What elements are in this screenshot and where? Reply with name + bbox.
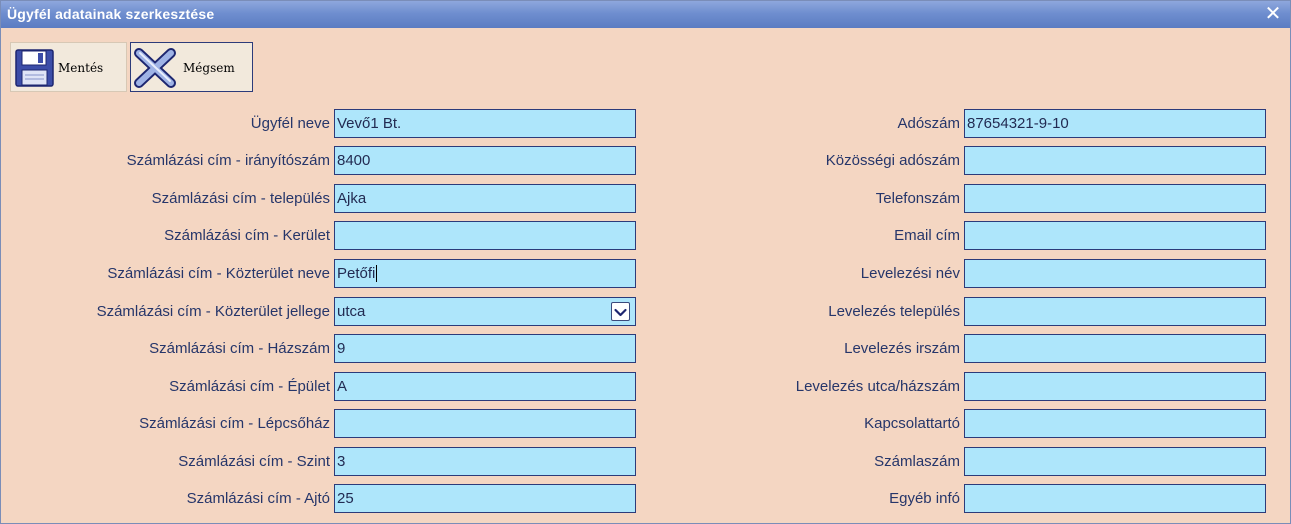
billing-building-label: Számlázási cím - Épület [169,378,330,395]
close-icon[interactable]: ✕ [1262,3,1284,25]
window-title: Ügyfél adatainak szerkesztése [7,6,215,22]
eu-tax-number-label: Közösségi adószám [825,152,960,169]
billing-door-input[interactable]: 25 [334,484,636,513]
billing-postcode-label: Számlázási cím - irányítószám [126,152,330,169]
title-bar[interactable]: Ügyfél adatainak szerkesztése ✕ [1,1,1290,28]
mailing-street-input[interactable] [964,372,1266,401]
mailing-name-input[interactable] [964,259,1266,288]
billing-building-input[interactable]: A [334,372,636,401]
cross-icon [134,48,176,88]
billing-street-name-label: Számlázási cím - Közterület neve [107,265,330,282]
billing-street-type-select[interactable]: utca [334,297,636,326]
billing-staircase-input[interactable] [334,409,636,438]
eu-tax-number-input[interactable] [964,146,1266,175]
phone-input[interactable] [964,184,1266,213]
cancel-button[interactable]: Mégsem [130,42,253,92]
mailing-name-label: Levelezési név [860,265,960,282]
tax-number-label: Adószám [897,115,960,132]
tax-number-input[interactable]: 87654321-9-10 [964,109,1266,138]
contact-person-input[interactable] [964,409,1266,438]
billing-house-number-input[interactable]: 9 [334,334,636,363]
mailing-city-input[interactable] [964,297,1266,326]
chevron-down-icon[interactable] [611,302,630,321]
billing-floor-input[interactable]: 3 [334,447,636,476]
other-info-input[interactable] [964,484,1266,513]
billing-district-label: Számlázási cím - Kerület [164,227,330,244]
mailing-street-label: Levelezés utca/házszám [795,378,960,395]
billing-door-label: Számlázási cím - Ajtó [186,490,330,507]
contact-person-label: Kapcsolattartó [864,415,960,432]
billing-street-type-value: utca [337,303,366,320]
bank-account-label: Számlaszám [874,453,960,470]
billing-city-label: Számlázási cím - település [151,190,330,207]
billing-city-input[interactable]: Ajka [334,184,636,213]
edit-customer-window: Ügyfél adatainak szerkesztése ✕ Mentés M… [0,0,1291,524]
customer-name-input[interactable]: Vevő1 Bt. [334,109,636,138]
floppy-disk-icon [15,49,54,87]
billing-floor-label: Számlázási cím - Szint [178,453,330,470]
customer-name-label: Ügyfél neve [250,115,330,132]
billing-district-input[interactable] [334,221,636,250]
mailing-postcode-label: Levelezés irszám [844,340,960,357]
email-input[interactable] [964,221,1266,250]
phone-label: Telefonszám [875,190,960,207]
billing-house-number-label: Számlázási cím - Házszám [149,340,330,357]
email-label: Email cím [894,227,960,244]
other-info-label: Egyéb infó [889,490,960,507]
mailing-city-label: Levelezés település [828,303,960,320]
billing-postcode-input[interactable]: 8400 [334,146,636,175]
save-button[interactable]: Mentés [10,42,127,92]
billing-street-type-label: Számlázási cím - Közterület jellege [96,303,330,320]
text-cursor [376,264,378,282]
billing-street-name-input[interactable]: Petőfi [334,259,636,288]
save-label: Mentés [58,61,104,75]
billing-street-name-value: Petőfi [337,265,376,282]
bank-account-input[interactable] [964,447,1266,476]
billing-staircase-label: Számlázási cím - Lépcsőház [139,415,330,432]
mailing-postcode-input[interactable] [964,334,1266,363]
cancel-label: Mégsem [183,61,235,75]
